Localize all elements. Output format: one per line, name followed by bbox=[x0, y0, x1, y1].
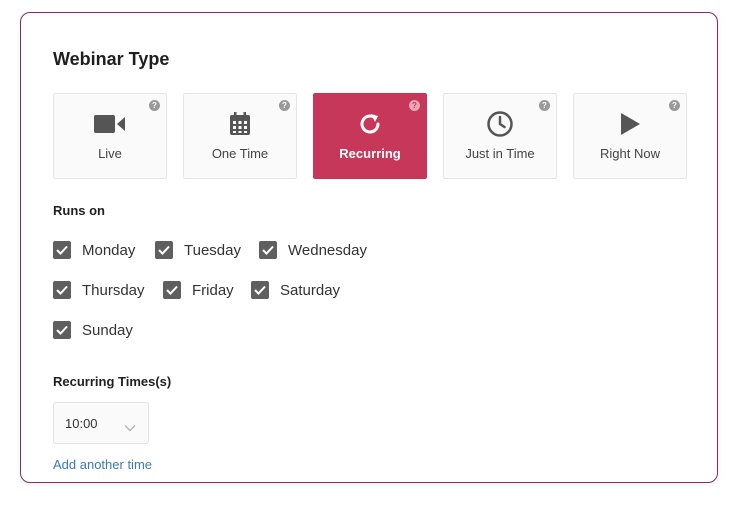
time-select[interactable]: 10:00 bbox=[53, 402, 149, 444]
clock-icon bbox=[444, 111, 556, 137]
section-title: Webinar Type bbox=[53, 49, 170, 69]
day-label: Monday bbox=[82, 241, 136, 259]
day-checkbox-thursday[interactable]: Thursday bbox=[53, 281, 145, 299]
checkbox-checked-icon bbox=[259, 241, 277, 259]
play-icon bbox=[574, 111, 686, 137]
webinar-settings-card: Webinar Type Live ? One Time ? Recurring… bbox=[20, 12, 718, 483]
day-label: Saturday bbox=[280, 281, 341, 299]
type-option-recurring[interactable]: Recurring ? bbox=[313, 93, 427, 179]
calendar-icon bbox=[184, 111, 296, 137]
checkbox-checked-icon bbox=[155, 241, 173, 259]
day-checkbox-friday[interactable]: Friday bbox=[163, 281, 234, 299]
type-label: Right Now bbox=[600, 146, 660, 161]
add-another-time-link[interactable]: Add another time bbox=[53, 457, 152, 472]
checkbox-checked-icon bbox=[53, 321, 71, 339]
type-label: One Time bbox=[211, 146, 269, 161]
time-select-value: 10:00 bbox=[65, 416, 98, 431]
type-option-one-time[interactable]: One Time ? bbox=[183, 93, 297, 179]
day-label: Wednesday bbox=[288, 241, 367, 259]
checkbox-checked-icon bbox=[53, 241, 71, 259]
type-option-right-now[interactable]: Right Now ? bbox=[573, 93, 687, 179]
runs-on-label: Runs on bbox=[53, 203, 105, 218]
help-icon[interactable]: ? bbox=[669, 100, 680, 111]
day-label: Sunday bbox=[82, 321, 133, 339]
chevron-down-icon bbox=[124, 419, 136, 437]
day-checkbox-monday[interactable]: Monday bbox=[53, 241, 135, 259]
type-label: Just in Time bbox=[465, 146, 535, 161]
help-icon[interactable]: ? bbox=[149, 100, 160, 111]
day-label: Thursday bbox=[82, 281, 145, 299]
video-camera-icon bbox=[54, 111, 166, 137]
checkbox-checked-icon bbox=[251, 281, 269, 299]
day-checkbox-wednesday[interactable]: Wednesday bbox=[259, 241, 367, 259]
recurring-times-label: Recurring Times(s) bbox=[53, 374, 172, 389]
checkbox-checked-icon bbox=[53, 281, 71, 299]
day-checkbox-tuesday[interactable]: Tuesday bbox=[155, 241, 241, 259]
help-icon[interactable]: ? bbox=[539, 100, 550, 111]
type-option-just-in-time[interactable]: Just in Time ? bbox=[443, 93, 557, 179]
day-label: Tuesday bbox=[184, 241, 241, 259]
day-label: Friday bbox=[192, 281, 234, 299]
checkbox-checked-icon bbox=[163, 281, 181, 299]
day-checkbox-saturday[interactable]: Saturday bbox=[251, 281, 340, 299]
type-option-live[interactable]: Live ? bbox=[53, 93, 167, 179]
type-label: Recurring bbox=[339, 146, 401, 161]
refresh-icon bbox=[314, 111, 426, 137]
help-icon[interactable]: ? bbox=[279, 100, 290, 111]
day-checkbox-sunday[interactable]: Sunday bbox=[53, 321, 133, 339]
type-label: Live bbox=[98, 146, 122, 161]
help-icon[interactable]: ? bbox=[409, 100, 420, 111]
